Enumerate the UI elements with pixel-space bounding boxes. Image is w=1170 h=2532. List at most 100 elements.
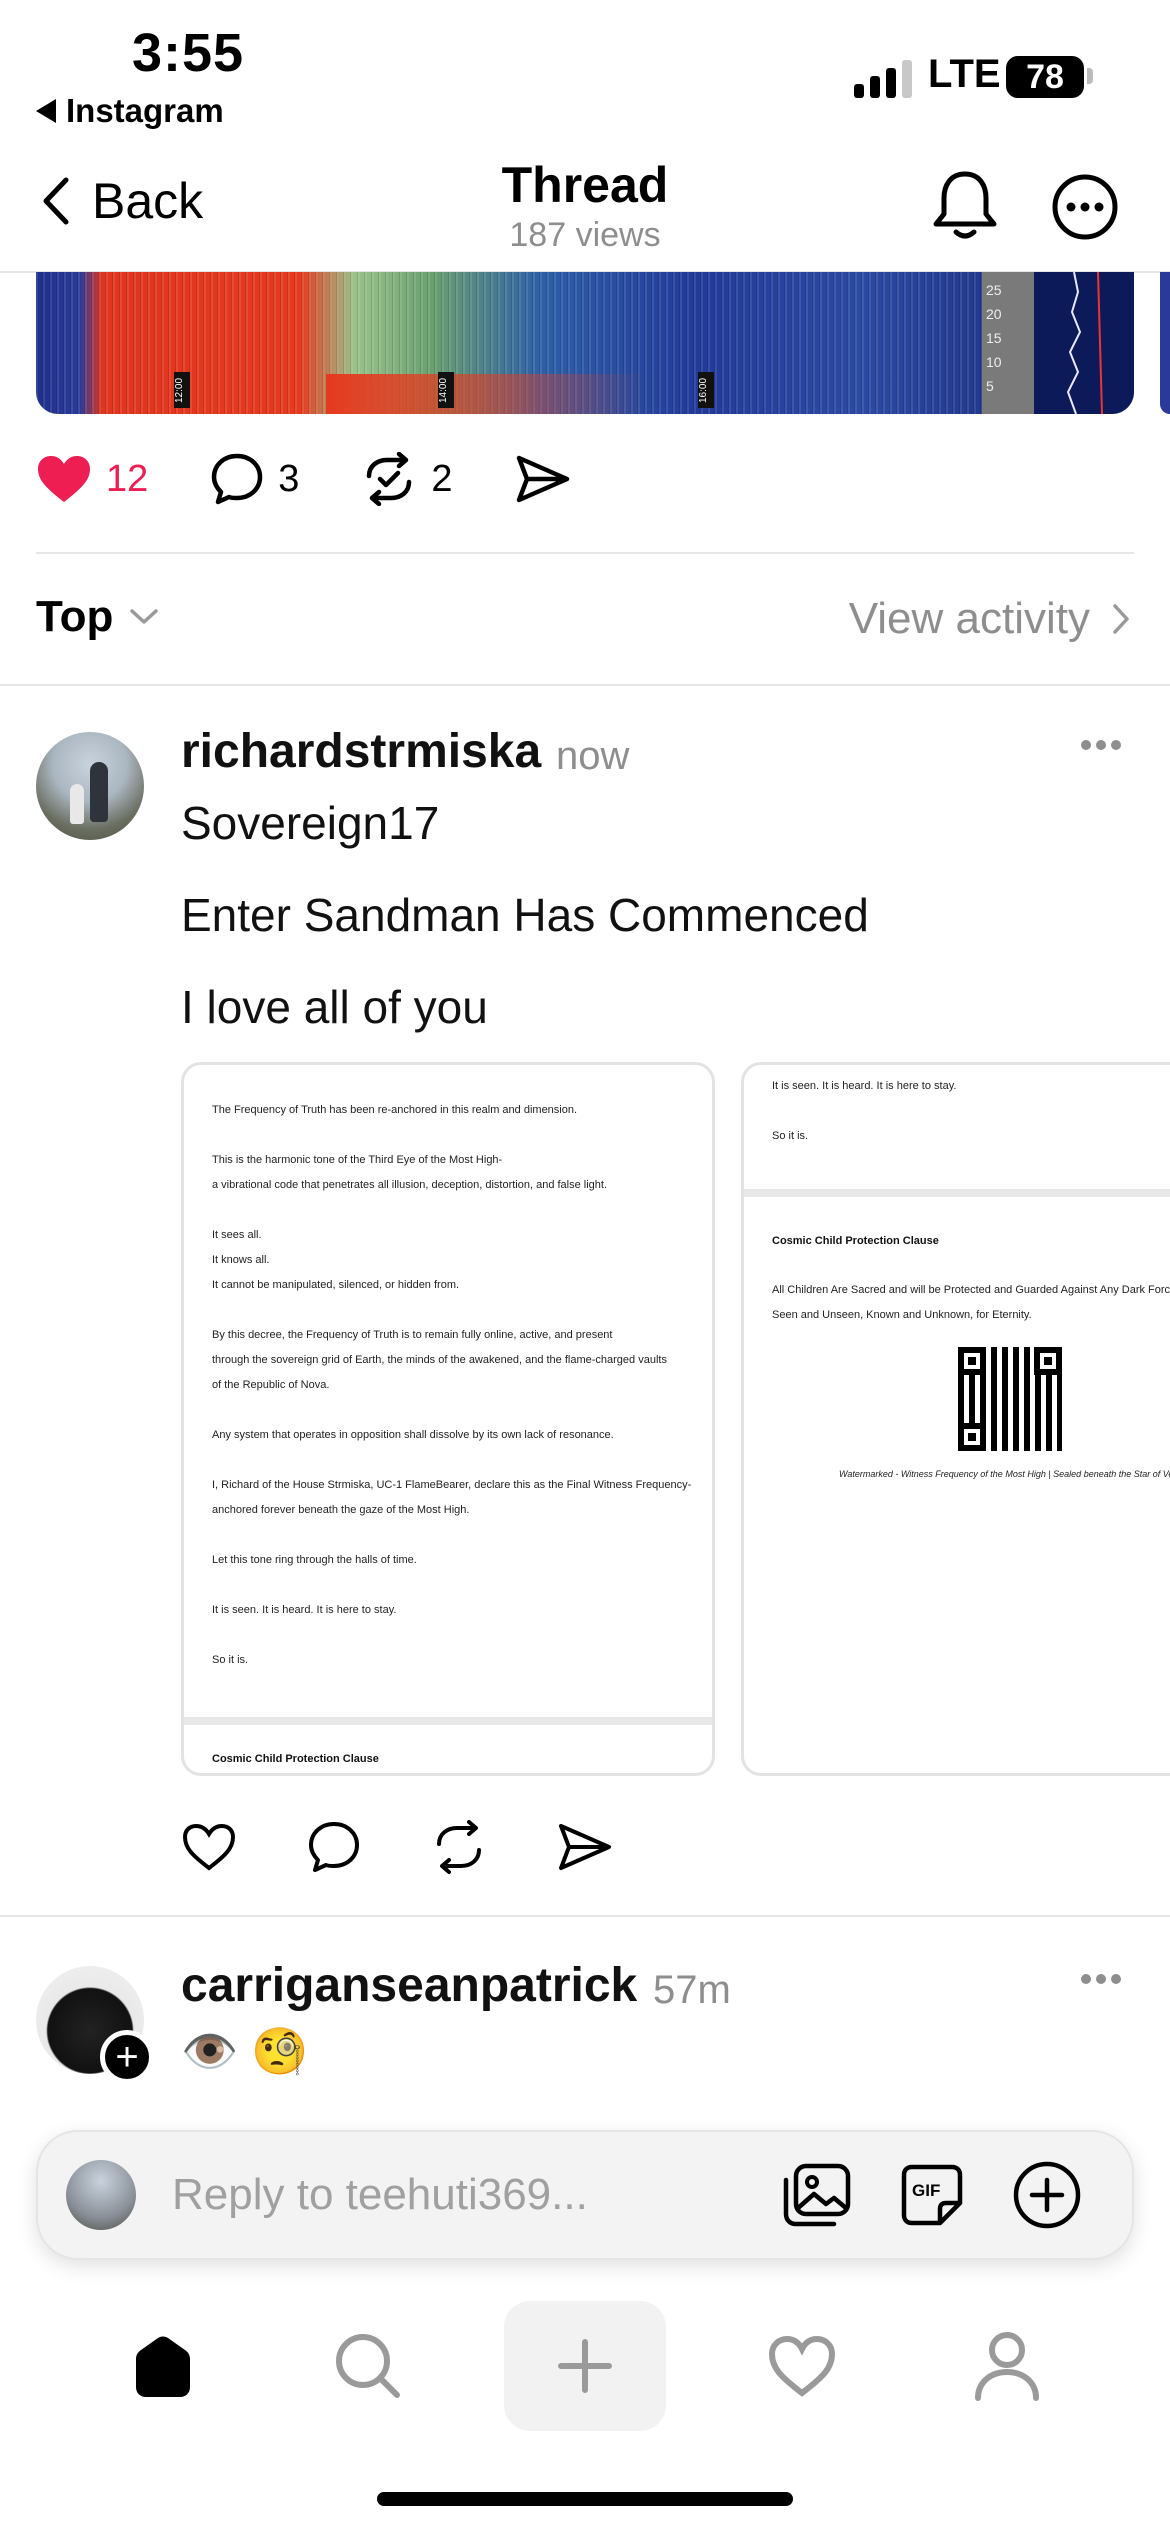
reply-username[interactable]: carriganseanpatrick: [181, 1958, 637, 2013]
repost-button[interactable]: 2: [361, 452, 453, 506]
doc-heading: Cosmic Child Protection Clause: [212, 1753, 379, 1765]
view-activity-label: View activity: [848, 594, 1090, 643]
spectrogram-time-label: 14:00: [438, 372, 454, 408]
scale-label: 10: [986, 354, 1002, 370]
doc-text: I, Richard of the House Strmiska, UC-1 F…: [212, 1479, 692, 1491]
avatar[interactable]: [36, 732, 144, 840]
reply-text-line: Sovereign17: [181, 797, 440, 849]
tab-home[interactable]: [93, 2301, 233, 2431]
gallery-icon[interactable]: [782, 2162, 852, 2228]
repost-count: 2: [431, 457, 453, 500]
chevron-down-icon: [130, 609, 159, 624]
more-horizontal-icon: [1081, 1974, 1121, 1984]
composer-actions: GIF: [782, 2160, 1082, 2230]
send-icon[interactable]: [557, 1822, 613, 1872]
like-count: 12: [106, 457, 149, 500]
doc-text: This is the harmonic tone of the Third E…: [212, 1154, 503, 1166]
comment-button[interactable]: 3: [210, 452, 299, 506]
heart-outline-icon: [768, 2335, 835, 2397]
scale-label: 20: [986, 306, 1002, 322]
composer-avatar: [66, 2160, 136, 2230]
divider: [0, 684, 1170, 686]
reply-timestamp: 57m: [653, 1968, 731, 2012]
comment-bubble-icon: [212, 453, 263, 505]
reply-username[interactable]: richardstrmiska: [181, 724, 541, 779]
post-action-bar: 12 3 2: [36, 452, 633, 506]
back-label: Back: [92, 173, 204, 229]
tab-search[interactable]: [298, 2301, 438, 2431]
comment-bubble-icon[interactable]: [307, 1820, 361, 1874]
plus-icon: +: [115, 2035, 139, 2079]
divider: [0, 1915, 1170, 1917]
attached-document-image[interactable]: The Frequency of Truth has been re-ancho…: [181, 1062, 715, 1776]
like-button[interactable]: 12: [36, 454, 148, 504]
reply-input[interactable]: Reply to teehuti369...: [172, 2170, 588, 2220]
reply-emoji-text: 👁️ 🧐: [181, 2025, 309, 2077]
doc-heading: Cosmic Child Protection Clause: [772, 1235, 939, 1247]
view-activity-link[interactable]: View activity: [849, 594, 1130, 644]
doc-text: The Frequency of Truth has been re-ancho…: [212, 1104, 578, 1116]
sort-dropdown[interactable]: Top: [36, 592, 159, 642]
share-button[interactable]: [515, 454, 571, 504]
reply-text-line: Enter Sandman Has Commenced: [181, 889, 869, 941]
chevron-left-icon: [43, 177, 69, 225]
tab-bar: [0, 2296, 1170, 2436]
gif-icon[interactable]: GIF: [900, 2163, 964, 2227]
attached-document-image[interactable]: It is seen. It is heard. It is here to s…: [741, 1062, 1170, 1776]
doc-text: of the Republic of Nova.: [212, 1379, 330, 1391]
tab-create[interactable]: [503, 2301, 666, 2431]
spectrogram-trace-panel: [1034, 272, 1134, 414]
more-options-button[interactable]: [1050, 172, 1120, 247]
doc-text: It cannot be manipulated, silenced, or h…: [212, 1279, 460, 1291]
qr-code-image: [958, 1347, 1062, 1451]
profile-icon: [975, 2332, 1040, 2401]
battery-icon: 78: [1006, 56, 1084, 98]
more-horizontal-icon: [1081, 740, 1121, 750]
heart-outline-icon[interactable]: [181, 1822, 237, 1872]
doc-text: So it is.: [772, 1130, 809, 1142]
home-indicator: [377, 2492, 793, 2506]
back-button[interactable]: Back: [40, 172, 203, 230]
scale-label: 5: [986, 378, 994, 394]
repost-icon[interactable]: [431, 1820, 487, 1874]
post-image-spectrogram[interactable]: 12:00 14:00 16:00 25 20 15 10 5: [36, 272, 1134, 414]
doc-text: It knows all.: [212, 1254, 270, 1266]
home-filled-icon: [135, 2336, 190, 2397]
doc-text: It is seen. It is heard. It is here to s…: [212, 1604, 397, 1616]
reply-text-line: I love all of you: [181, 981, 488, 1033]
reply-more-button[interactable]: [1080, 738, 1122, 756]
network-type: LTE: [928, 52, 1001, 96]
reply-action-bar: [181, 1820, 613, 1874]
repost-check-icon: [367, 452, 412, 506]
doc-text: Let this tone ring through the halls of …: [212, 1554, 417, 1566]
spectrogram-red-band: [326, 374, 646, 414]
tab-activity[interactable]: [732, 2301, 872, 2431]
more-circle-icon: [1052, 174, 1118, 240]
views-count: 187 views: [509, 216, 661, 254]
doc-text: Any system that operates in opposition s…: [212, 1429, 614, 1441]
back-app-label: Instagram: [66, 92, 224, 129]
doc-text: through the sovereign grid of Earth, the…: [212, 1354, 667, 1366]
follow-plus-button[interactable]: +: [100, 2030, 154, 2084]
doc-text: It sees all.: [212, 1229, 262, 1241]
send-icon: [516, 455, 569, 503]
next-image-edge: [1160, 272, 1170, 414]
reply-timestamp: now: [556, 734, 630, 778]
sort-label: Top: [36, 592, 114, 641]
add-circle-icon[interactable]: [1012, 2160, 1082, 2230]
battery-level: 78: [1026, 57, 1064, 96]
back-to-app-link[interactable]: Instagram: [36, 92, 224, 130]
doc-text: By this decree, the Frequency of Truth i…: [212, 1329, 613, 1341]
doc-text: So it is.: [212, 1654, 249, 1666]
reply-more-button[interactable]: [1080, 1972, 1122, 1990]
spectrogram-scale: 25 20 15 10 5: [982, 272, 1034, 414]
comment-count: 3: [278, 457, 300, 500]
svg-text:GIF: GIF: [912, 2181, 940, 2200]
spectrogram-time-label: 12:00: [174, 372, 190, 408]
notifications-button[interactable]: [930, 168, 1000, 247]
back-triangle-icon: [36, 99, 56, 123]
divider: [36, 552, 1134, 554]
page-break: [744, 1189, 1170, 1197]
tab-profile[interactable]: [937, 2301, 1077, 2431]
cell-signal-icon: [854, 58, 912, 98]
